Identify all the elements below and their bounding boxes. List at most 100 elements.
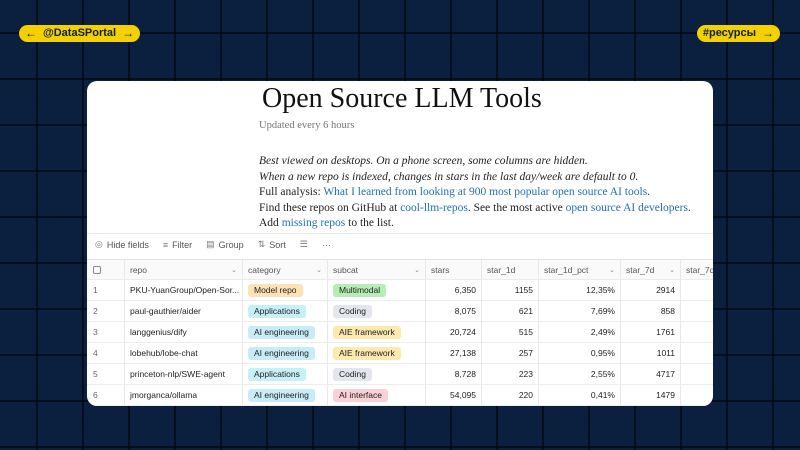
repo-cell[interactable]: jmorganca/ollama: [125, 385, 243, 405]
stars-cell[interactable]: 20,724: [426, 322, 482, 342]
column-header[interactable]: category ⌄: [243, 260, 328, 279]
category-cell[interactable]: Model repo: [243, 280, 328, 300]
column-header[interactable]: star_1d_pct ⌄: [539, 260, 621, 279]
hide-fields-label: Hide fields: [106, 239, 149, 250]
subcat-cell[interactable]: Coding: [328, 301, 426, 321]
column-header[interactable]: star_1d: [482, 260, 539, 279]
star-1d-pct-cell[interactable]: 12,35%: [539, 280, 621, 300]
column-header[interactable]: stars: [426, 260, 482, 279]
star-1d-pct-cell[interactable]: 7,69%: [539, 301, 621, 321]
star-1d-cell[interactable]: 223: [482, 364, 539, 384]
category-cell[interactable]: AI engineering: [243, 385, 328, 405]
table-row[interactable]: 2 paul-gauthier/aider Applications Coding 8,…: [87, 301, 713, 322]
group-button[interactable]: ▤ Group: [206, 239, 244, 250]
table-row[interactable]: 4 lobehub/lobe-chat AI engineering AIE fram…: [87, 343, 713, 364]
chevron-down-icon[interactable]: ⌄: [609, 266, 615, 274]
subcat-cell[interactable]: AIE framework: [328, 343, 426, 363]
repo-cell[interactable]: langgenius/dify: [125, 322, 243, 342]
tag-badge: AI interface: [333, 388, 388, 402]
row-number-cell[interactable]: 1: [87, 280, 125, 300]
group-label: Group: [218, 239, 244, 250]
star-1d-cell[interactable]: 220: [482, 385, 539, 405]
row-number-cell[interactable]: 5: [87, 364, 125, 384]
star-1d-pct-cell[interactable]: 2,49%: [539, 322, 621, 342]
star-1d-cell[interactable]: 257: [482, 343, 539, 363]
cool-llm-repos-link[interactable]: cool-llm-repos: [400, 202, 468, 214]
column-label: star_1d_pct: [544, 264, 589, 275]
star-1d-pct-cell[interactable]: 2,55%: [539, 364, 621, 384]
table-row[interactable]: 6 jmorganca/ollama AI engineering AI interf…: [87, 385, 713, 406]
missing-repos-link[interactable]: missing repos: [282, 217, 346, 229]
description: Best viewed on desktops. On a phone scre…: [259, 154, 713, 232]
column-header[interactable]: star_7d ⌄: [621, 260, 681, 279]
category-cell[interactable]: Applications: [243, 301, 328, 321]
stars-cell[interactable]: 6,350: [426, 280, 482, 300]
subcat-cell[interactable]: AIE framework: [328, 322, 426, 342]
resources-tag: #ресурсы: [702, 27, 756, 39]
filter-button[interactable]: ≡ Filter: [163, 240, 192, 250]
star-7d-cell[interactable]: 1011: [621, 343, 681, 363]
row-height-button[interactable]: ☰: [300, 239, 308, 250]
row-number-cell[interactable]: 6: [87, 385, 125, 405]
row-number-cell[interactable]: 3: [87, 322, 125, 342]
stars-cell[interactable]: 27,138: [426, 343, 482, 363]
star-1d-cell[interactable]: 621: [482, 301, 539, 321]
desc-text: Full analysis:: [259, 186, 324, 198]
chevron-down-icon[interactable]: ⌄: [316, 266, 322, 274]
repo-cell[interactable]: paul-gauthier/aider: [125, 301, 243, 321]
row-number-cell-value: 5: [93, 369, 98, 379]
chevron-down-icon[interactable]: ⌄: [231, 266, 237, 274]
subcat-cell[interactable]: Multimodal: [328, 280, 426, 300]
chevron-down-icon[interactable]: ⌄: [414, 266, 420, 274]
row-number-cell[interactable]: 2: [87, 301, 125, 321]
stars-cell[interactable]: 8,728: [426, 364, 482, 384]
column-label: category: [248, 264, 281, 275]
repo-cell[interactable]: lobehub/lobe-chat: [125, 343, 243, 363]
star-7d-cell[interactable]: 4717: [621, 364, 681, 384]
star-1d-pct-cell[interactable]: 0,41%: [539, 385, 621, 405]
star-7d-cell[interactable]: 1479: [621, 385, 681, 405]
star-1d-cell[interactable]: 515: [482, 322, 539, 342]
overflow-cell: [681, 364, 713, 384]
column-label: stars: [431, 264, 450, 275]
star-7d-cell-value: 1011: [656, 348, 675, 358]
sort-button[interactable]: ⇅ Sort: [258, 239, 286, 250]
stars-cell[interactable]: 54,095: [426, 385, 482, 405]
table-row[interactable]: 1 PKU-YuanGroup/Open-Sor... Model repo Mult…: [87, 280, 713, 301]
checkbox-icon[interactable]: [93, 265, 101, 274]
arrow-left-icon: ←: [25, 26, 37, 40]
more-button[interactable]: ···: [322, 240, 331, 250]
column-header[interactable]: subcat ⌄: [328, 260, 426, 279]
row-number-cell[interactable]: 4: [87, 343, 125, 363]
column-label: repo: [130, 264, 148, 275]
analysis-link[interactable]: What I learned from looking at 900 most …: [323, 186, 647, 198]
tag-badge: Applications: [248, 367, 306, 381]
developers-link[interactable]: open source AI developers: [566, 202, 688, 214]
category-cell[interactable]: AI engineering: [243, 343, 328, 363]
row-number-cell-value: 6: [93, 390, 98, 400]
repo-cell[interactable]: princeton-nlp/SWE-agent: [125, 364, 243, 384]
stars-cell-value: 6,350: [454, 285, 476, 295]
tag-badge: AI engineering: [248, 388, 315, 402]
category-cell[interactable]: Applications: [243, 364, 328, 384]
tag-badge: Multimodal: [333, 283, 387, 297]
hide-fields-button[interactable]: ◎ Hide fields: [95, 239, 149, 250]
star-7d-cell[interactable]: 858: [621, 301, 681, 321]
column-header[interactable]: repo ⌄: [125, 260, 243, 279]
star-1d-pct-cell[interactable]: 0,95%: [539, 343, 621, 363]
repo-cell[interactable]: PKU-YuanGroup/Open-Sor...: [125, 280, 243, 300]
select-all-cell[interactable]: [87, 260, 125, 279]
subcat-cell[interactable]: Coding: [328, 364, 426, 384]
stars-cell-value: 54,095: [450, 390, 476, 400]
table-row[interactable]: 5 princeton-nlp/SWE-agent Applications Codi…: [87, 364, 713, 385]
subcat-cell[interactable]: AI interface: [328, 385, 426, 405]
star-7d-cell[interactable]: 2914: [621, 280, 681, 300]
table-row[interactable]: 3 langgenius/dify AI engineering AIE framew…: [87, 322, 713, 343]
star-7d-cell[interactable]: 1761: [621, 322, 681, 342]
chevron-down-icon[interactable]: ⌄: [669, 266, 675, 274]
stars-cell[interactable]: 8,075: [426, 301, 482, 321]
category-cell[interactable]: AI engineering: [243, 322, 328, 342]
more-icon: ···: [321, 239, 331, 250]
column-header[interactable]: star_7d: [681, 260, 713, 279]
star-1d-cell[interactable]: 1155: [482, 280, 539, 300]
